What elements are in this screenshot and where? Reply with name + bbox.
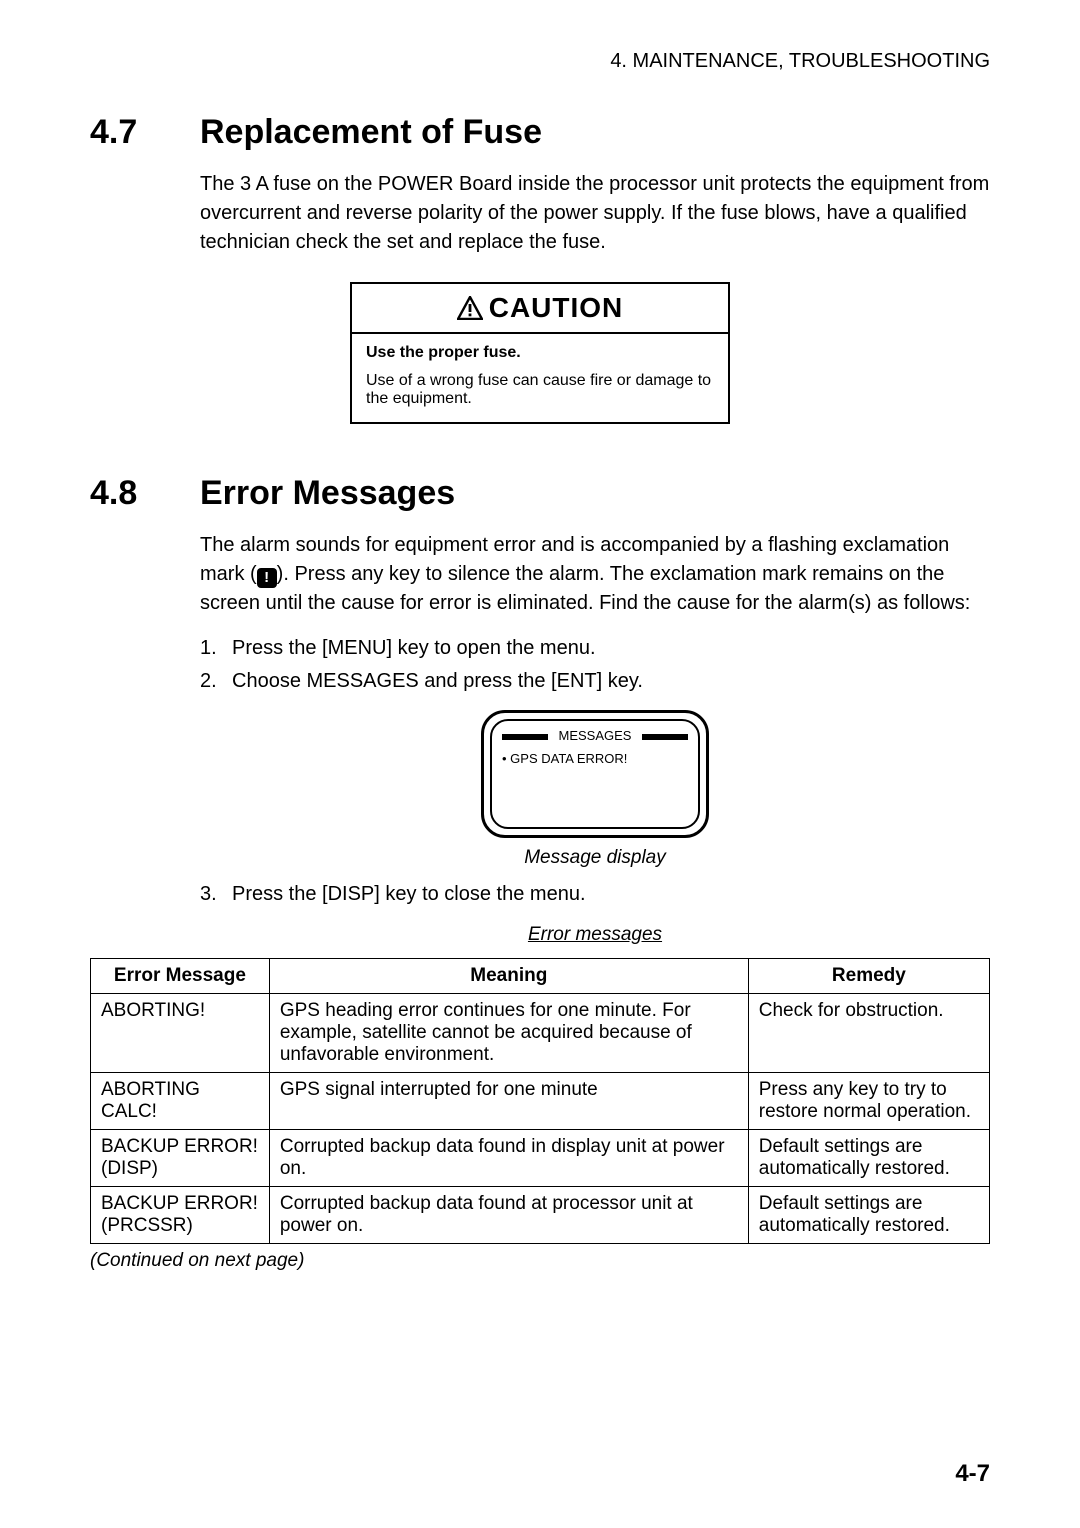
step-2-text: Choose MESSAGES and press the [ENT] key.: [232, 667, 643, 696]
cell-remedy: Default settings are automatically resto…: [748, 1130, 989, 1187]
cell-error: ABORTING!: [91, 994, 270, 1073]
step-2-marker: 2.: [200, 667, 222, 696]
cell-error: ABORTING CALC!: [91, 1073, 270, 1130]
cell-remedy: Check for obstruction.: [748, 994, 989, 1073]
table-row: ABORTING! GPS heading error continues fo…: [91, 994, 990, 1073]
table-row: ABORTING CALC! GPS signal interrupted fo…: [91, 1073, 990, 1130]
running-header: 4. MAINTENANCE, TROUBLESHOOTING: [90, 50, 990, 73]
display-caption: Message display: [200, 844, 990, 872]
caution-box: CAUTION Use the proper fuse. Use of a wr…: [350, 282, 730, 424]
caution-body-text: Use of a wrong fuse can cause fire or da…: [366, 372, 711, 407]
step-1: 1. Press the [MENU] key to open the menu…: [200, 634, 990, 663]
cell-remedy: Default settings are automatically resto…: [748, 1187, 989, 1244]
display-inner: MESSAGES • GPS DATA ERROR!: [490, 719, 700, 829]
table-header-row: Error Message Meaning Remedy: [91, 959, 990, 994]
display-header: MESSAGES: [502, 727, 688, 746]
page-number: 4-7: [955, 1460, 990, 1488]
cell-remedy: Press any key to try to restore normal o…: [748, 1073, 989, 1130]
section-48-heading: 4.8 Error Messages: [90, 474, 990, 513]
warning-triangle-icon: [457, 296, 483, 320]
continued-note: (Continued on next page): [90, 1250, 990, 1272]
section-47-number: 4.7: [90, 113, 160, 152]
cell-meaning: GPS heading error continues for one minu…: [269, 994, 748, 1073]
th-remedy: Remedy: [748, 959, 989, 994]
section-47-body: The 3 A fuse on the POWER Board inside t…: [200, 170, 990, 257]
th-error-message: Error Message: [91, 959, 270, 994]
display-outer: MESSAGES • GPS DATA ERROR!: [481, 710, 709, 838]
section-48-title: Error Messages: [200, 474, 455, 513]
section-48-body: The alarm sounds for equipment error and…: [200, 531, 990, 948]
th-meaning: Meaning: [269, 959, 748, 994]
section-48-paragraph: The alarm sounds for equipment error and…: [200, 531, 990, 618]
caution-bold-line: Use the proper fuse.: [366, 344, 714, 362]
section-47-title: Replacement of Fuse: [200, 113, 542, 152]
section-47-heading: 4.7 Replacement of Fuse: [90, 113, 990, 152]
cell-meaning: GPS signal interrupted for one minute: [269, 1073, 748, 1130]
step-3-marker: 3.: [200, 880, 222, 909]
caution-title-text: CAUTION: [489, 292, 624, 323]
table-caption: Error messages: [200, 921, 990, 949]
step-list-3: 3. Press the [DISP] key to close the men…: [200, 880, 990, 909]
exclamation-icon: !: [257, 568, 277, 588]
display-body-line: • GPS DATA ERROR!: [502, 750, 688, 769]
section-47-paragraph: The 3 A fuse on the POWER Board inside t…: [200, 170, 990, 257]
caution-title-row: CAUTION: [352, 284, 728, 334]
table-row: BACKUP ERROR!(PRCSSR) Corrupted backup d…: [91, 1187, 990, 1244]
para-after: ). Press any key to silence the alarm. T…: [200, 563, 970, 614]
cell-error: BACKUP ERROR!(DISP): [91, 1130, 270, 1187]
cell-error: BACKUP ERROR!(PRCSSR): [91, 1187, 270, 1244]
section-48-number: 4.8: [90, 474, 160, 513]
step-1-marker: 1.: [200, 634, 222, 663]
table-row: BACKUP ERROR!(DISP) Corrupted backup dat…: [91, 1130, 990, 1187]
step-list: 1. Press the [MENU] key to open the menu…: [200, 634, 990, 696]
error-messages-table: Error Message Meaning Remedy ABORTING! G…: [90, 958, 990, 1244]
message-display-illustration: MESSAGES • GPS DATA ERROR!: [200, 710, 990, 838]
step-3: 3. Press the [DISP] key to close the men…: [200, 880, 990, 909]
step-1-text: Press the [MENU] key to open the menu.: [232, 634, 596, 663]
step-3-text: Press the [DISP] key to close the menu.: [232, 880, 586, 909]
cell-meaning: Corrupted backup data found in display u…: [269, 1130, 748, 1187]
cell-meaning: Corrupted backup data found at processor…: [269, 1187, 748, 1244]
caution-body: Use the proper fuse. Use of a wrong fuse…: [352, 334, 728, 422]
step-2: 2. Choose MESSAGES and press the [ENT] k…: [200, 667, 990, 696]
